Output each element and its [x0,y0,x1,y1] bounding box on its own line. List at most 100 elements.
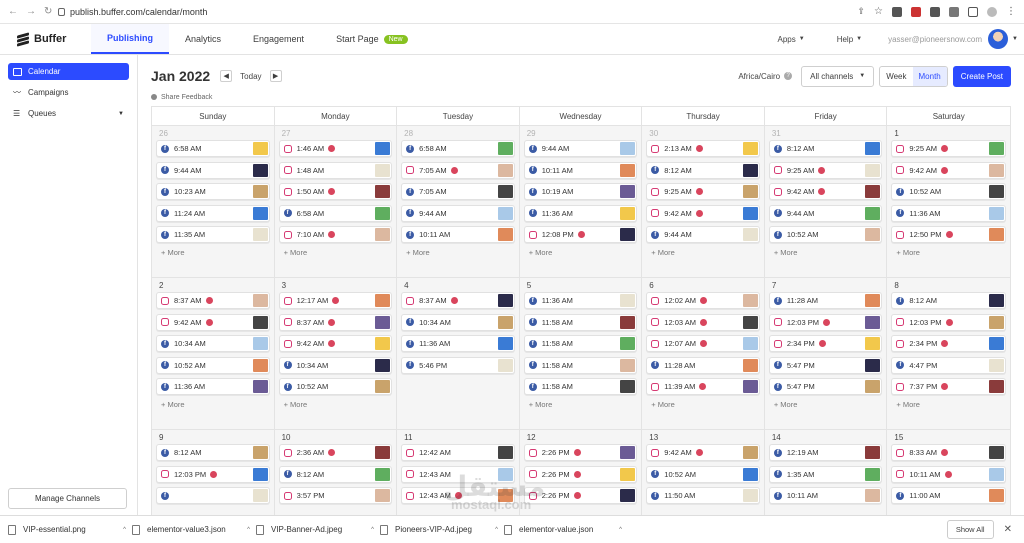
scheduled-post[interactable]: 7:05 AM [401,161,515,179]
month-view-button[interactable]: Month [912,66,947,86]
reload-icon[interactable]: ↻ [44,6,52,17]
scheduled-post[interactable]: 2:36 AM [278,444,393,461]
scheduled-post[interactable]: f 10:11 AM [768,487,883,504]
scheduled-post[interactable]: f 9:44 AM [401,204,515,222]
chevron-up-icon[interactable]: ^ [371,527,374,533]
scheduled-post[interactable]: 9:42 AM [646,204,760,222]
scheduled-post[interactable]: 12:43 AM [401,465,515,483]
avatar[interactable] [988,29,1009,49]
calendar-day[interactable]: 10 2:36 AM f 8:12 AM 3:57 PM [274,430,398,516]
extension-icon[interactable] [892,6,902,17]
more-posts-link[interactable]: + More [774,400,883,409]
scheduled-post[interactable]: f 9:44 AM [156,161,270,179]
chevron-up-icon[interactable]: ^ [247,527,250,533]
scheduled-post[interactable]: 9:42 AM [891,161,1006,179]
sidebar-item-queues[interactable]: ☰ Queues ▼ [8,105,129,122]
scheduled-post[interactable]: f 10:11 AM [401,226,515,243]
scheduled-post[interactable]: f 10:52 AM [891,183,1006,200]
more-posts-link[interactable]: + More [529,248,638,257]
sidebar-item-campaigns[interactable]: 〰 Campaigns [8,84,129,101]
scheduled-post[interactable]: 7:10 AM [278,226,393,243]
scheduled-post[interactable]: f 9:44 AM [768,204,883,222]
scheduled-post[interactable]: 8:37 AM [156,292,270,309]
scheduled-post[interactable]: f 11:36 AM [891,204,1006,222]
more-posts-link[interactable]: + More [774,248,883,257]
calendar-day[interactable]: 14 f 12:19 AM f 1:35 AM f 10:11 AM [764,430,888,516]
calendar-day[interactable]: 2 8:37 AM 9:42 AM f 10:34 AM f 10:52 AM f 11:36 … [152,278,275,429]
download-item[interactable]: elementor-value3.json ^ [132,524,256,535]
scheduled-post[interactable]: 9:42 AM [646,444,760,461]
scheduled-post[interactable]: f 10:34 AM [278,356,393,374]
address-bar[interactable]: publish.buffer.com/calendar/month [58,7,857,17]
scheduled-post[interactable]: 2:13 AM [646,140,760,157]
tab-engagement[interactable]: Engagement [237,24,320,54]
scheduled-post[interactable]: f 11:58 AM [523,313,638,331]
show-all-button[interactable]: Show All [946,520,994,539]
scheduled-post[interactable]: f 10:34 AM [401,313,515,331]
week-view-button[interactable]: Week [880,67,912,86]
star-icon[interactable]: ☆ [874,6,883,17]
calendar-day[interactable]: 6 12:02 AM 12:03 AM 12:07 AM f 11:28 AM 11:39 … [642,278,765,429]
more-posts-link[interactable]: + More [896,400,1006,409]
scheduled-post[interactable]: 12:42 AM [401,444,515,461]
apps-menu[interactable]: Apps ▼ [762,24,821,54]
scheduled-post[interactable]: 8:37 AM [278,313,393,331]
scheduled-post[interactable]: f 10:52 AM [768,226,883,243]
scheduled-post[interactable]: 9:42 AM [278,335,393,352]
scheduled-post[interactable]: f 6:58 AM [278,204,393,222]
scheduled-post[interactable]: 12:02 AM [646,292,760,309]
scheduled-post[interactable]: f 9:44 AM [646,226,760,243]
more-posts-link[interactable]: + More [651,400,760,409]
calendar-day[interactable]: 5 f 11:36 AM f 11:58 AM f 11:58 AM f 11:58 AM f 11… [519,278,643,429]
channels-select[interactable]: All channels ▼ [801,65,875,87]
scheduled-post[interactable]: f 10:19 AM [523,183,638,200]
scheduled-post[interactable]: f 5:46 PM [401,356,515,374]
scheduled-post[interactable]: 1:46 AM [278,140,393,157]
calendar-day[interactable]: 30 2:13 AM f 8:12 AM 9:25 AM 9:42 AM f 9:44 AM +… [642,126,765,277]
scheduled-post[interactable]: f 5:47 PM [768,356,883,374]
scheduled-post[interactable]: f 6:58 AM [156,140,270,157]
scheduled-post[interactable]: f 11:28 AM [768,292,883,309]
scheduled-post[interactable]: 12:03 AM [646,313,760,331]
calendar-day[interactable]: 15 8:33 AM 10:11 AM f 11:00 AM [887,430,1010,516]
more-posts-link[interactable]: + More [161,248,270,257]
calendar-day[interactable]: 26 f 6:58 AM f 9:44 AM f 10:23 AM f 11:24 AM f 11:… [152,126,275,277]
help-icon[interactable]: ? [784,72,793,80]
scheduled-post[interactable]: 9:42 AM [156,313,270,331]
more-posts-link[interactable]: + More [406,248,515,257]
extension-icon[interactable] [930,6,940,17]
scheduled-post[interactable]: 10:11 AM [891,465,1006,483]
chevron-down-icon[interactable]: ▼ [1012,24,1018,54]
scheduled-post[interactable]: 9:25 AM [768,161,883,179]
calendar-day[interactable]: 27 1:46 AM 1:48 AM 1:50 AM f 6:58 AM 7:10 AM + … [274,126,398,277]
scheduled-post[interactable]: 2:26 PM [523,465,638,483]
scheduled-post[interactable]: f 11:36 AM [156,378,270,395]
calendar-day[interactable]: 12 2:26 PM 2:26 PM 2:26 PM [519,430,643,516]
more-posts-link[interactable]: + More [529,400,638,409]
gmail-icon[interactable] [911,6,921,17]
scheduled-post[interactable]: 2:34 PM [891,335,1006,352]
scheduled-post[interactable]: f 12:19 AM [768,444,883,461]
scheduled-post[interactable]: 12:07 AM [646,335,760,352]
scheduled-post[interactable]: 12:03 PM [768,313,883,331]
scheduled-post[interactable]: 3:57 PM [278,487,393,504]
today-button[interactable]: Today [240,72,261,81]
scheduled-post[interactable]: f 11:58 AM [523,335,638,352]
chevron-up-icon[interactable]: ^ [123,527,126,533]
scheduled-post[interactable]: f 1:35 AM [768,465,883,483]
close-icon[interactable]: ✕ [1004,524,1012,535]
download-item[interactable]: elementor-value.json ^ [504,524,628,535]
scheduled-post[interactable]: 9:42 AM [768,183,883,200]
calendar-day[interactable]: 4 8:37 AM f 10:34 AM f 11:36 AM f 5:46 PM [397,278,520,429]
scheduled-post[interactable]: f 8:12 AM [646,161,760,179]
scheduled-post[interactable]: 9:25 AM [646,183,760,200]
scheduled-post[interactable]: f 6:58 AM [401,140,515,157]
sidebar-item-calendar[interactable]: Calendar [8,63,129,80]
scheduled-post[interactable]: f 11:36 AM [523,292,638,309]
scheduled-post[interactable]: f 11:58 AM [523,356,638,374]
more-posts-link[interactable]: + More [284,248,393,257]
scheduled-post[interactable]: f 10:34 AM [156,335,270,352]
help-menu[interactable]: Help ▼ [821,24,878,54]
scheduled-post[interactable]: f 8:12 AM [278,465,393,483]
calendar-day[interactable]: 9 f 8:12 AM 12:03 PM f [152,430,275,516]
